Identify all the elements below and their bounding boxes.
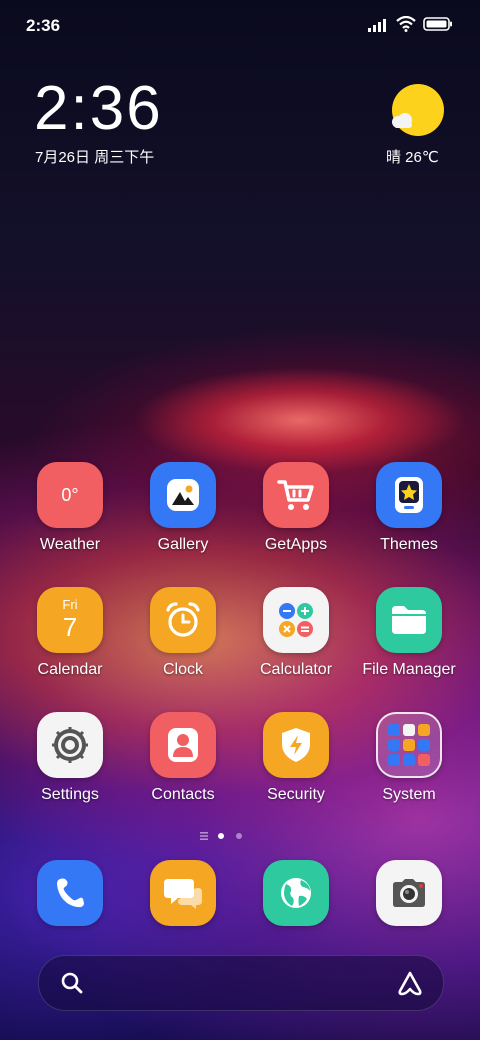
app-label: Calendar: [37, 661, 103, 678]
weather-icon: 0°: [37, 462, 103, 528]
calculator-icon: [263, 587, 329, 653]
app-security[interactable]: Security: [241, 712, 351, 804]
clock-widget-time[interactable]: 2:36: [34, 76, 163, 142]
sun-icon[interactable]: [392, 84, 444, 136]
cloud-icon: [392, 113, 412, 128]
alarm-clock-icon: [150, 587, 216, 653]
app-contacts[interactable]: Contacts: [128, 712, 238, 804]
folder-icon: [376, 587, 442, 653]
app-label: System: [382, 786, 436, 803]
app-themes[interactable]: Themes: [354, 462, 464, 554]
app-label: Settings: [41, 786, 99, 803]
weather-widget-text: 晴 26℃: [386, 149, 439, 166]
app-label: Weather: [39, 536, 101, 553]
folder-grid-icon: [376, 712, 442, 778]
contacts-icon: [150, 712, 216, 778]
app-weather[interactable]: 0° Weather: [15, 462, 125, 554]
calendar-date: 7: [62, 612, 78, 642]
status-time: 2:36: [26, 16, 61, 35]
calendar-icon: Fri 7: [37, 587, 103, 653]
dock-phone[interactable]: [15, 860, 125, 926]
app-label: Clock: [162, 661, 203, 678]
app-clock[interactable]: Clock: [128, 587, 238, 679]
app-settings[interactable]: Settings: [15, 712, 125, 804]
app-label: Contacts: [151, 786, 215, 803]
themes-icon: [376, 462, 442, 528]
app-label: Security: [267, 786, 325, 803]
app-file-manager[interactable]: File Manager: [354, 587, 464, 679]
gallery-icon: [150, 462, 216, 528]
messages-icon: [150, 860, 216, 926]
wifi-icon: [396, 16, 416, 32]
search-bar[interactable]: [38, 955, 444, 1011]
app-label: Calculator: [259, 661, 333, 678]
assistant-icon[interactable]: [396, 970, 424, 996]
browser-icon: [263, 860, 329, 926]
app-system-folder[interactable]: System: [354, 712, 464, 804]
app-label: GetApps: [264, 536, 328, 553]
app-calendar[interactable]: Fri 7 Calendar: [15, 587, 125, 679]
camera-icon: [376, 860, 442, 926]
status-bar: 2:36: [0, 0, 480, 50]
dock-browser[interactable]: [241, 860, 351, 926]
app-calculator[interactable]: Calculator: [241, 587, 351, 679]
list-icon: [200, 832, 208, 840]
dock-camera[interactable]: [354, 860, 464, 926]
app-label: File Manager: [362, 661, 456, 678]
page-indicator[interactable]: [200, 829, 260, 843]
app-getapps[interactable]: GetApps: [241, 462, 351, 554]
search-icon[interactable]: [60, 971, 84, 995]
app-label: Gallery: [157, 536, 209, 553]
weather-temp: 0°: [61, 484, 79, 505]
phone-icon: [37, 860, 103, 926]
app-label: Themes: [380, 536, 438, 553]
page-dot: [236, 833, 242, 839]
gear-icon: [37, 712, 103, 778]
clock-widget-date: 7月26日 周三下午: [35, 149, 155, 166]
shield-icon: [263, 712, 329, 778]
battery-icon: [423, 17, 452, 31]
dock-messages[interactable]: [128, 860, 238, 926]
cart-icon: [263, 462, 329, 528]
signal-icon: [368, 19, 386, 32]
calendar-day: Fri: [62, 597, 78, 612]
page-dot-active: [218, 833, 224, 839]
app-gallery[interactable]: Gallery: [128, 462, 238, 554]
